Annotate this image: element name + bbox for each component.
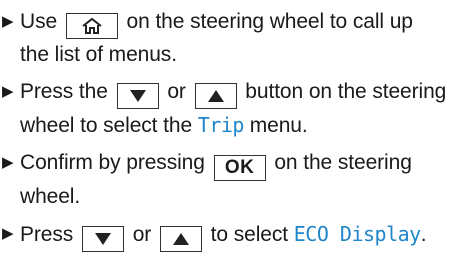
step-3: ▶ Confirm by pressing OK on the steering…: [2, 147, 447, 213]
step-2-or: or: [167, 80, 186, 103]
step-2-before: Press the: [20, 80, 108, 103]
step-4-before: Press: [20, 223, 74, 246]
instruction-list: ▶ Use on the steering wheel to call up t…: [0, 0, 457, 262]
ok-key: OK: [213, 155, 266, 181]
step-1: ▶ Use on the steering wheel to call up t…: [2, 6, 447, 71]
step-2-text: Press the or button on the steering whee…: [20, 76, 447, 142]
step-1-text: Use on the steering wheel to call up the…: [20, 6, 447, 71]
up-key: [194, 83, 237, 109]
up-key: [159, 226, 202, 252]
home-icon: [82, 18, 102, 35]
down-arrow-icon: [94, 233, 111, 246]
bullet-icon: ▶: [2, 225, 14, 242]
step-2: ▶ Press the or button on the steering wh…: [2, 76, 447, 142]
down-key: [81, 226, 124, 252]
step-4-or: or: [132, 223, 152, 246]
step-4: ▶ Press or to select ECO Display.: [2, 218, 447, 252]
step-4-end: .: [420, 223, 427, 246]
down-arrow-icon: [129, 90, 146, 103]
step-3-before: Confirm by pressing: [20, 151, 205, 174]
step-1-before: Use: [20, 10, 58, 33]
down-key: [116, 83, 159, 109]
step-4-after: to select: [210, 223, 288, 246]
eco-display-term: ECO Display: [293, 222, 421, 246]
bullet-icon: ▶: [2, 154, 14, 171]
step-3-text: Confirm by pressing OK on the steering w…: [20, 147, 447, 213]
up-arrow-icon: [207, 90, 224, 103]
bullet-icon: ▶: [2, 83, 14, 100]
up-arrow-icon: [172, 233, 189, 246]
step-4-text: Press or to select ECO Display.: [20, 218, 447, 252]
step-2-end: menu.: [249, 114, 308, 137]
trip-menu-term: Trip: [197, 113, 245, 137]
bullet-icon: ▶: [2, 13, 14, 30]
home-key: [65, 13, 118, 39]
